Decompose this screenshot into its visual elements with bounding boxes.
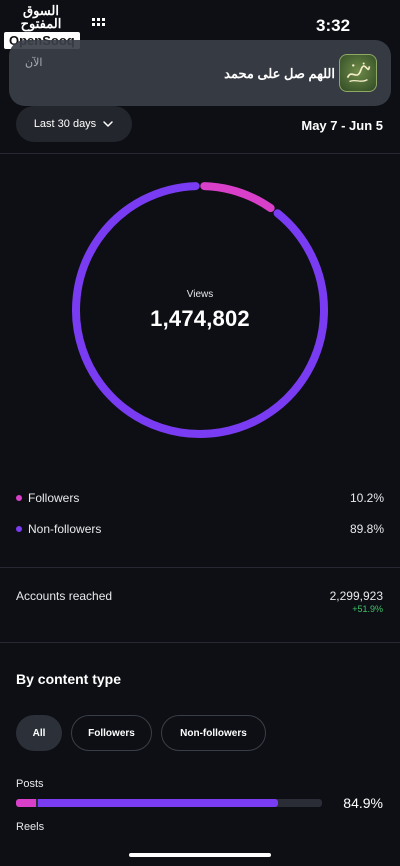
- content-type-title: By content type: [16, 671, 122, 687]
- donut-center: Views 1,474,802: [70, 180, 330, 440]
- filter-chip-all-label: All: [32, 727, 46, 739]
- legend-non-followers-value: 89.8%: [349, 522, 384, 536]
- date-range-text: May 7 - Jun 5: [301, 118, 383, 133]
- home-indicator[interactable]: [129, 853, 271, 857]
- status-bar: السوق المفتوح OpenSooq 3:32: [0, 0, 400, 49]
- accounts-reached-label: Accounts reached: [16, 589, 113, 603]
- filter-chip-non-followers[interactable]: Non-followers: [161, 715, 266, 751]
- legend-followers-value: 10.2%: [349, 491, 384, 505]
- filter-chip-all[interactable]: All: [16, 715, 62, 751]
- reels-label: Reels: [16, 821, 45, 833]
- calligraphy-app-icon: [339, 54, 377, 92]
- date-range-dropdown-label: Last 30 days: [33, 118, 97, 130]
- filter-chip-followers-label: Followers: [88, 727, 135, 739]
- filter-chip-followers[interactable]: Followers: [71, 715, 152, 751]
- status-time: 3:32: [316, 16, 351, 35]
- accounts-reached-value: 2,299,923: [329, 589, 383, 603]
- accounts-reached-change: +51.9%: [352, 604, 383, 614]
- chevron-down-icon: [103, 121, 113, 127]
- legend-followers: Followers 10.2%: [16, 488, 384, 508]
- posts-followers-segment: [16, 799, 36, 807]
- views-label: Views: [186, 288, 214, 300]
- posts-label: Posts: [16, 778, 44, 790]
- divider: [0, 153, 400, 154]
- non-followers-dot-icon: [16, 526, 22, 532]
- notification-banner[interactable]: الآن اللهم صل على محمد: [9, 40, 391, 106]
- posts-non-followers-segment: [37, 799, 278, 807]
- followers-dot-icon: [16, 495, 22, 501]
- notification-time: الآن: [25, 57, 43, 69]
- posts-progress-bar: [16, 799, 322, 807]
- signal-icon: [92, 18, 105, 26]
- views-total: 1,474,802: [150, 305, 250, 331]
- legend-non-followers: Non-followers 89.8%: [16, 519, 384, 539]
- filter-chip-non-followers-label: Non-followers: [180, 727, 247, 739]
- watermark-arabic: السوق المفتوح: [20, 3, 62, 31]
- divider: [0, 567, 400, 568]
- posts-percent: 84.9%: [343, 795, 383, 811]
- legend-followers-label: Followers: [28, 491, 80, 505]
- notification-message: اللهم صل على محمد: [224, 66, 335, 81]
- divider: [0, 642, 400, 643]
- legend-non-followers-label: Non-followers: [28, 522, 102, 536]
- date-range-dropdown[interactable]: Last 30 days: [16, 106, 132, 142]
